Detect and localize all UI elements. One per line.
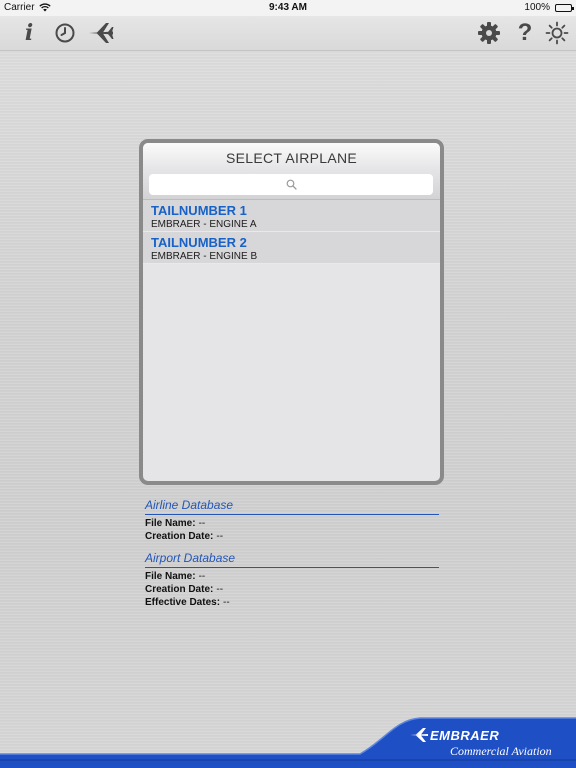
airplane-list-item[interactable]: TAILNUMBER 1 EMBRAER - ENGINE A xyxy=(143,200,440,232)
clock-time: 9:43 AM xyxy=(269,2,307,13)
brightness-icon xyxy=(545,21,569,45)
tail-number: TAILNUMBER 1 xyxy=(151,203,247,218)
battery-percent: 100% xyxy=(524,2,550,13)
brand-tagline: Commercial Aviation xyxy=(450,744,552,758)
brightness-button[interactable] xyxy=(543,19,571,47)
help-icon: ? xyxy=(517,19,533,46)
airline-file-name-row: File Name: -- xyxy=(145,517,439,530)
creation-date-value: -- xyxy=(216,531,224,542)
tail-number: TAILNUMBER 2 xyxy=(151,235,247,250)
airline-database-section: Airline Database File Name: -- Creation D… xyxy=(145,498,439,543)
file-name-label: File Name: xyxy=(145,518,196,529)
search-input[interactable] xyxy=(149,174,433,195)
battery-icon xyxy=(555,4,574,12)
effective-dates-label: Effective Dates: xyxy=(145,597,221,608)
select-airplane-panel: SELECT AIRPLANE TAILNUMBER 1 EMBRAER - E… xyxy=(139,139,444,485)
panel-header: SELECT AIRPLANE xyxy=(143,143,440,200)
creation-date-value: -- xyxy=(216,584,224,595)
file-name-label: File Name: xyxy=(145,571,196,582)
embraer-logo: EMBRAER Commercial Aviation xyxy=(410,726,570,762)
settings-button[interactable] xyxy=(475,19,503,47)
airport-effective-dates-row: Effective Dates: -- xyxy=(145,596,439,609)
airplane-list: TAILNUMBER 1 EMBRAER - ENGINE A TAILNUMB… xyxy=(143,200,440,264)
airport-database-section: Airport Database File Name: -- Creation D… xyxy=(145,551,439,609)
airport-database-title: Airport Database xyxy=(145,551,439,568)
embraer-logo-mark-icon xyxy=(410,728,428,742)
creation-date-label: Creation Date: xyxy=(145,584,214,595)
search-icon xyxy=(286,179,297,190)
info-icon: i xyxy=(24,20,34,46)
history-button[interactable] xyxy=(51,19,79,47)
effective-dates-value: -- xyxy=(223,597,230,608)
airline-creation-date-row: Creation Date: -- xyxy=(145,530,439,543)
airport-creation-date-row: Creation Date: -- xyxy=(145,583,439,596)
airplane-model: EMBRAER - ENGINE B xyxy=(151,251,258,262)
help-button[interactable]: ? xyxy=(511,19,539,47)
airport-file-name-row: File Name: -- xyxy=(145,570,439,583)
file-name-value: -- xyxy=(198,518,206,529)
file-name-value: -- xyxy=(198,571,206,582)
status-bar: Carrier 9:43 AM 100% xyxy=(0,0,576,16)
airline-database-title: Airline Database xyxy=(145,498,439,515)
creation-date-label: Creation Date: xyxy=(145,531,214,542)
airplane-button[interactable] xyxy=(87,19,115,47)
airplane-icon xyxy=(89,23,114,43)
toolbar: i ? xyxy=(0,16,576,51)
brand-name: EMBRAER xyxy=(430,728,500,743)
info-button[interactable]: i xyxy=(15,19,43,47)
gear-icon xyxy=(478,22,500,44)
clock-icon xyxy=(55,23,75,43)
airplane-list-item[interactable]: TAILNUMBER 2 EMBRAER - ENGINE B xyxy=(143,232,440,264)
airplane-model: EMBRAER - ENGINE A xyxy=(151,219,257,230)
panel-title: SELECT AIRPLANE xyxy=(225,150,358,166)
